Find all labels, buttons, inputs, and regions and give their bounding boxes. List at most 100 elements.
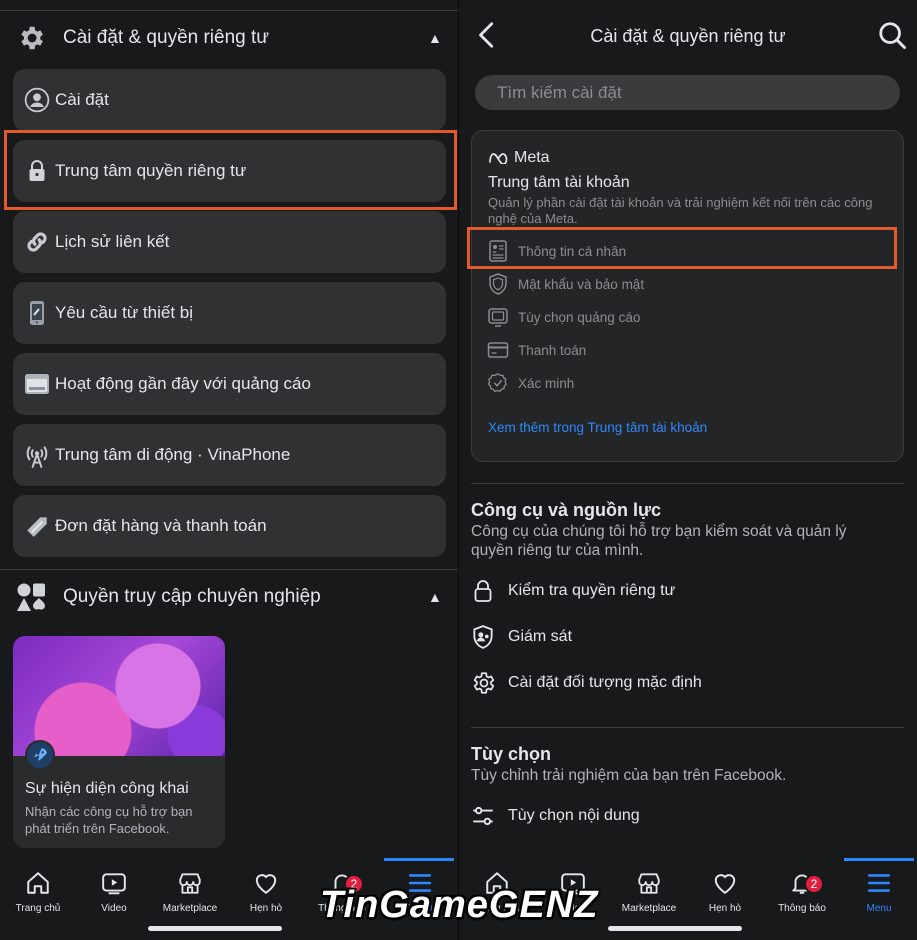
tab-label: Marketplace — [621, 903, 677, 914]
promo-description: Nhận các công cụ hỗ trợ bạn phát triển t… — [25, 804, 193, 836]
public-presence-card[interactable]: Sự hiện diện công khai Nhận các công cụ … — [13, 636, 225, 848]
tab-label: Marketplace — [162, 903, 218, 914]
menu-item-label: Cài đặt — [55, 90, 109, 109]
tab-notifications[interactable]: Thông báo 2 — [764, 868, 840, 928]
phone-icon — [23, 299, 51, 327]
highlight-box — [4, 130, 457, 210]
accounts-center-description: Quản lý phần cài đặt tài khoản và trải n… — [488, 195, 873, 226]
divider — [471, 483, 904, 484]
menu-item-orders-payments[interactable]: Đơn đặt hàng và thanh toán — [13, 495, 446, 557]
divider — [0, 10, 458, 11]
row-label: Cài đặt đối tượng mặc định — [508, 674, 702, 691]
tools-section-description: Công cụ của chúng tôi hỗ trợ bạn kiểm so… — [471, 523, 847, 559]
tab-video[interactable]: Video — [76, 868, 152, 928]
see-more-accounts-center-link[interactable]: Xem thêm trong Trung tâm tài khoản — [488, 420, 707, 435]
gear-icon — [469, 669, 497, 697]
row-supervision[interactable]: Giám sát — [469, 617, 909, 657]
accounts-center-card: Meta Trung tâm tài khoản Quản lý phần cà… — [471, 130, 904, 462]
settings-privacy-section-header[interactable]: Cài đặt & quyền riêng tư ▲ — [0, 12, 458, 64]
tab-dating[interactable]: Hẹn hò — [687, 868, 763, 928]
account-item-label: Xác minh — [518, 375, 575, 391]
account-item-label: Tùy chọn quảng cáo — [518, 309, 641, 325]
link-icon — [23, 228, 51, 256]
home-indicator — [608, 926, 742, 931]
active-tab-indicator — [384, 858, 454, 861]
menu-item-mobile-center[interactable]: Trung tâm di động · VinaPhone — [13, 424, 446, 486]
account-item-label: Mật khẩu và bảo mật — [518, 276, 645, 292]
meta-logo: Meta — [488, 149, 550, 167]
tools-section-title: Công cụ và nguồn lực — [471, 500, 662, 520]
promo-illustration — [13, 636, 225, 756]
tab-menu[interactable]: Menu — [841, 868, 917, 928]
row-privacy-checkup[interactable]: Kiểm tra quyền riêng tư — [469, 571, 909, 611]
promo-title: Sự hiện diện công khai — [25, 780, 189, 797]
settings-menu-panel: Cài đặt & quyền riêng tư ▲ Cài đặt Trung… — [0, 0, 458, 940]
menu-item-device-requests[interactable]: Yêu cầu từ thiết bị — [13, 282, 446, 344]
menu-item-label: Yêu cầu từ thiết bị — [55, 303, 194, 322]
tab-label: Hẹn hò — [249, 903, 283, 914]
settings-privacy-panel: Cài đặt & quyền riêng tư Meta Trung tâm … — [459, 0, 917, 940]
account-item-verification[interactable]: Xác minh — [486, 369, 574, 397]
search-icon[interactable] — [877, 20, 907, 50]
account-item-password-security[interactable]: Mật khẩu và bảo mật — [486, 270, 644, 298]
row-label: Giám sát — [508, 628, 573, 645]
row-content-preferences[interactable]: Tùy chọn nội dung — [469, 796, 909, 836]
home-icon — [24, 868, 52, 898]
page-title: Cài đặt & quyền riêng tư — [590, 26, 786, 46]
search-input[interactable] — [475, 75, 900, 110]
shield-icon — [486, 272, 510, 296]
shop-icon — [176, 868, 204, 898]
menu-item-label: Trung tâm di động · VinaPhone — [55, 445, 291, 464]
highlight-box — [467, 227, 897, 269]
antenna-icon — [23, 441, 51, 469]
tab-home[interactable]: Trang chủ — [0, 868, 76, 928]
shop-icon — [635, 868, 663, 898]
section-title: Quyền truy cập chuyên nghiệp — [63, 586, 321, 607]
menu-item-label: Lịch sử liên kết — [55, 232, 170, 251]
ad-activity-icon — [23, 370, 51, 398]
profile-icon — [23, 86, 51, 114]
heart-icon — [252, 868, 280, 898]
active-tab-indicator — [844, 858, 914, 861]
menu-icon — [865, 868, 893, 898]
account-item-label: Thanh toán — [518, 342, 587, 358]
menu-item-link-history[interactable]: Lịch sử liên kết — [13, 211, 446, 273]
rocket-icon — [25, 740, 55, 770]
tab-label: Trang chủ — [15, 903, 61, 914]
menu-item-recent-ad-activity[interactable]: Hoạt động gần đây với quảng cáo — [13, 353, 446, 415]
tab-label: Video — [101, 903, 127, 914]
video-icon — [100, 868, 128, 898]
monitor-icon — [486, 305, 510, 329]
row-default-audience[interactable]: Cài đặt đối tượng mặc định — [469, 663, 909, 703]
row-label: Tùy chọn nội dung — [508, 807, 640, 824]
heart-icon — [711, 868, 739, 898]
gear-icon — [14, 21, 48, 55]
supervision-icon — [469, 623, 497, 651]
account-item-ad-preferences[interactable]: Tùy chọn quảng cáo — [486, 303, 640, 331]
verified-icon — [486, 371, 510, 395]
notification-badge: 2 — [804, 874, 824, 894]
lock-icon — [469, 577, 497, 605]
chevron-up-icon[interactable]: ▲ — [428, 589, 442, 605]
tab-marketplace[interactable]: Marketplace — [152, 868, 228, 928]
credit-card-icon — [486, 338, 510, 362]
chevron-up-icon[interactable]: ▲ — [428, 30, 442, 46]
tab-marketplace[interactable]: Marketplace — [611, 868, 687, 928]
menu-item-label: Đơn đặt hàng và thanh toán — [55, 516, 267, 535]
account-item-payments[interactable]: Thanh toán — [486, 336, 586, 364]
divider — [471, 727, 904, 728]
preferences-section-title: Tùy chọn — [471, 744, 551, 764]
shapes-icon — [14, 580, 48, 614]
section-title: Cài đặt & quyền riêng tư — [63, 27, 270, 48]
preferences-section-description: Tùy chỉnh trải nghiệm của bạn trên Faceb… — [471, 767, 787, 784]
meta-brand: Meta — [514, 149, 550, 166]
tag-icon — [23, 512, 51, 540]
sliders-icon — [469, 802, 497, 830]
menu-item-label: Hoạt động gần đây với quảng cáo — [55, 374, 311, 393]
header: Cài đặt & quyền riêng tư — [459, 12, 917, 60]
tab-label: Menu — [866, 903, 892, 914]
tab-dating[interactable]: Hẹn hò — [228, 868, 304, 928]
tab-label: Thông báo — [778, 903, 826, 914]
professional-access-section-header[interactable]: Quyền truy cập chuyên nghiệp ▲ — [0, 571, 458, 623]
menu-item-settings[interactable]: Cài đặt — [13, 69, 446, 131]
